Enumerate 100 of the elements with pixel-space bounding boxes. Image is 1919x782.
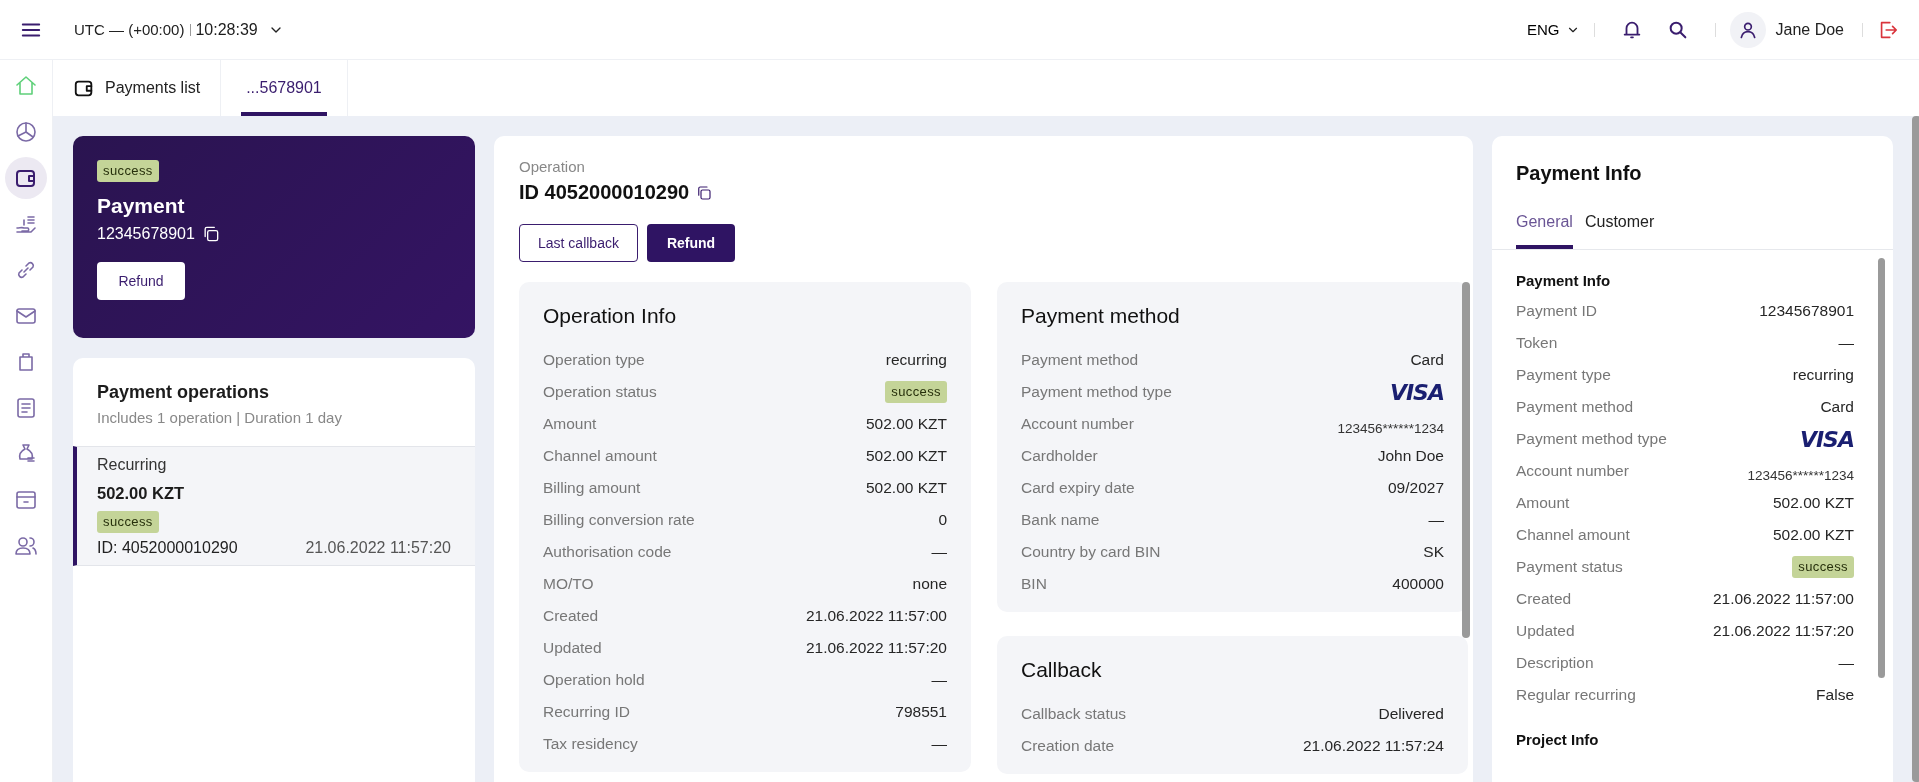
field-label: Creation date — [1021, 737, 1115, 755]
field-label: Payment ID — [1516, 302, 1597, 320]
section-title: Callback — [1021, 658, 1103, 682]
scrollbar-thumb[interactable] — [1912, 116, 1919, 782]
field-value: recurring — [1792, 366, 1854, 384]
field-value: 502.00 KZT — [1773, 494, 1854, 512]
field-label: Amount — [1516, 494, 1570, 512]
field-value: 502.00 KZT — [866, 415, 947, 433]
card-title: Payment — [97, 194, 186, 218]
language-selector[interactable]: ENG — [1527, 21, 1580, 38]
field-value: 502.00 KZT — [866, 479, 947, 497]
field-label: Billing amount — [543, 479, 641, 497]
field-label: Amount — [543, 415, 597, 433]
field-value: 502.00 KZT — [1773, 526, 1854, 544]
field-value: 502.00 KZT — [866, 447, 947, 465]
operation-caption: Operation — [519, 158, 586, 175]
field-label: Account number — [1516, 462, 1629, 480]
refund-button[interactable]: Refund — [646, 224, 736, 262]
field-label: Payment method — [1516, 398, 1634, 416]
field-label: Operation type — [543, 351, 645, 369]
user-name[interactable]: Jane Doe — [1775, 20, 1844, 39]
timezone-label: UTC — (+00:00) — [74, 23, 192, 36]
field-value: recurring — [885, 351, 947, 369]
field-label: Updated — [543, 639, 602, 657]
sidebar-nav-item[interactable] — [5, 157, 47, 199]
status-badge: success — [1792, 556, 1854, 578]
copy-icon[interactable] — [695, 183, 714, 202]
field-value: — — [931, 735, 947, 753]
field-value: — — [1428, 511, 1444, 529]
archive-icon — [14, 488, 38, 512]
field-label: Billing conversion rate — [543, 511, 695, 529]
field-label: Payment method type — [1021, 383, 1172, 401]
field-label: Payment status — [1516, 558, 1623, 576]
field-value: 123456******1234 — [1747, 467, 1854, 483]
field-value: — — [931, 543, 947, 561]
card-title: Payment operations — [97, 382, 271, 403]
scrollbar-thumb[interactable] — [1462, 282, 1470, 638]
field-value: 21.06.2022 11:57:00 — [1712, 590, 1854, 608]
operation-type: Recurring — [97, 456, 168, 474]
field-label: Tax residency — [543, 735, 638, 753]
operation-amount: 502.00 KZT — [97, 484, 186, 503]
page-tab[interactable]: Payments list — [53, 60, 222, 116]
payment-number: 12345678901 — [97, 225, 195, 243]
field-value: 123456******1234 — [1337, 420, 1444, 436]
field-value: 12345678901 — [1759, 302, 1854, 320]
field-value: 0 — [938, 511, 947, 529]
field-label: Channel amount — [543, 447, 657, 465]
status-badge: success — [97, 511, 159, 533]
field-value: — — [1838, 654, 1854, 672]
field-label: Payment method type — [1516, 430, 1667, 448]
field-label: Operation hold — [543, 671, 645, 689]
section-title: Operation Info — [543, 304, 678, 328]
field-label: Created — [543, 607, 599, 625]
card-brand-logo: VISA — [1389, 379, 1444, 405]
field-label: Cardholder — [1021, 447, 1098, 465]
field-value: 21.06.2022 11:57:24 — [1302, 737, 1444, 755]
field-value: none — [912, 575, 947, 593]
field-label: Channel amount — [1516, 526, 1630, 544]
user-avatar[interactable] — [1729, 11, 1766, 48]
operation-list-item[interactable]: Recurring 502.00 KZT success ID: 4052000010290 21.06.2022 11:57:20 — [73, 446, 475, 566]
last-callback-button[interactable]: Last callback — [519, 224, 638, 262]
panel-tab[interactable]: Customer — [1584, 213, 1655, 249]
field-value: SK — [1423, 543, 1444, 561]
operation-id-heading: ID 4052000010290 — [519, 181, 690, 204]
field-label: Created — [1516, 590, 1572, 608]
field-label: Payment type — [1516, 366, 1611, 384]
card-brand-logo: VISA — [1799, 426, 1854, 452]
field-value: False — [1816, 686, 1854, 704]
page-tab[interactable]: ...5678901 — [221, 60, 348, 116]
operation-id: ID: 4052000010290 — [97, 539, 238, 557]
field-label: MO/TO — [543, 575, 594, 593]
field-label: Bank name — [1021, 511, 1100, 529]
section-title: Payment method — [1021, 304, 1181, 328]
field-label: Updated — [1516, 622, 1575, 640]
panel-tab[interactable]: General — [1516, 213, 1573, 249]
field-value: 21.06.2022 11:57:00 — [805, 607, 947, 625]
field-label: Regular recurring — [1516, 686, 1636, 704]
status-badge: success — [97, 160, 159, 182]
field-value: John Doe — [1377, 447, 1444, 465]
field-label: Token — [1516, 334, 1558, 352]
users-icon — [14, 534, 38, 558]
clock-time: 10:28:39 — [195, 20, 258, 39]
refund-button[interactable]: Refund — [97, 262, 185, 300]
field-value: — — [1838, 334, 1854, 352]
field-label: Card expiry date — [1021, 479, 1135, 497]
field-label: Authorisation code — [543, 543, 672, 561]
field-label: Callback status — [1021, 705, 1127, 723]
card-subtitle: Includes 1 operation | Duration 1 day — [97, 409, 343, 426]
document-icon — [14, 396, 38, 420]
field-value: Card — [1410, 351, 1444, 369]
field-label: BIN — [1021, 575, 1047, 593]
field-value: 798551 — [895, 703, 947, 721]
field-label: Description — [1516, 654, 1594, 672]
field-value: 21.06.2022 11:57:20 — [805, 639, 947, 657]
field-value: — — [931, 671, 947, 689]
field-label: Account number — [1021, 415, 1134, 433]
status-badge: success — [885, 381, 947, 403]
scrollbar-thumb[interactable] — [1878, 258, 1885, 678]
field-value: Delivered — [1378, 705, 1444, 723]
field-value: 400000 — [1392, 575, 1444, 593]
